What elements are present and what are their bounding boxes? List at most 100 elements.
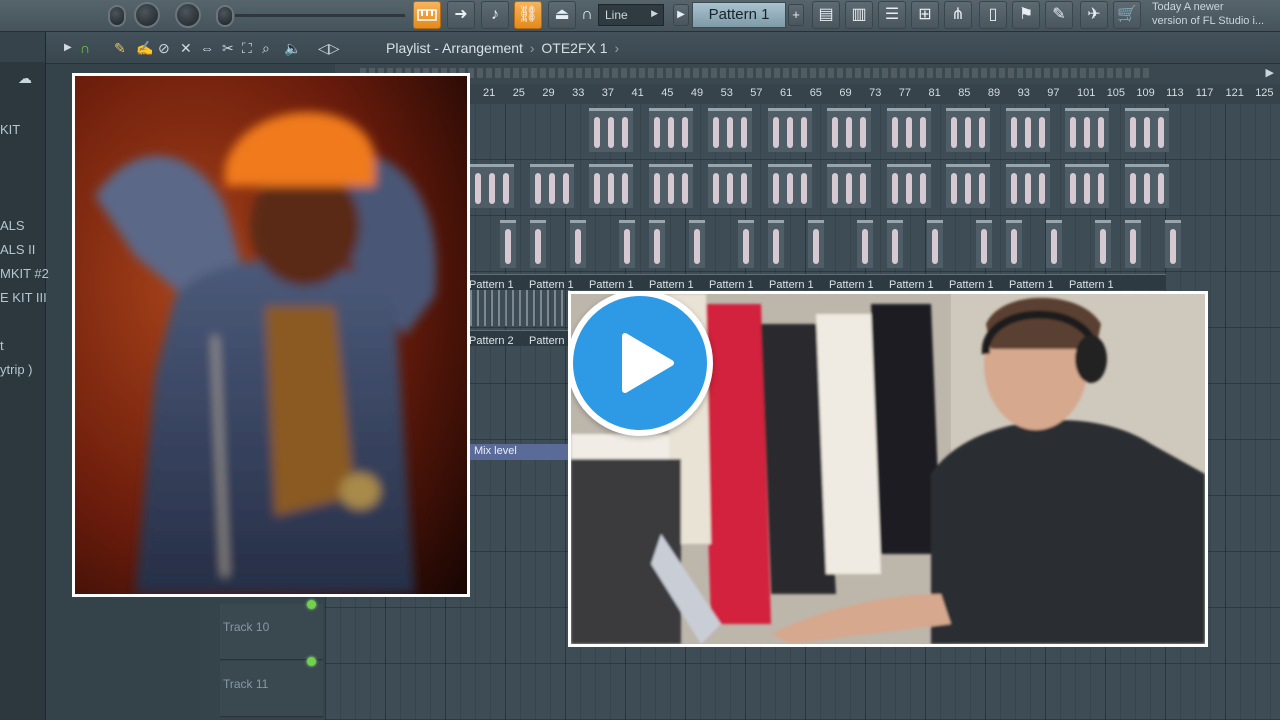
track-header-11[interactable]: Track 11 (220, 657, 323, 717)
typing-keyboard-icon[interactable] (413, 1, 441, 29)
plugin-database-icon[interactable]: ⚑ (1012, 1, 1040, 29)
playback-icon[interactable]: 🔈 (284, 40, 301, 57)
pencil-icon[interactable]: ✎ (114, 40, 126, 57)
audio-clip[interactable] (619, 220, 635, 268)
clip-source-name[interactable]: OTE2FX 1 (541, 40, 607, 56)
master-slider-handle[interactable] (216, 5, 234, 27)
audio-clip[interactable] (498, 164, 514, 208)
pattern-lane[interactable]: Pattern 1 Pattern 1 Pattern 1 Pattern 1 Patt… (466, 274, 1166, 290)
audio-clip[interactable] (926, 220, 943, 268)
pattern-clip-label[interactable]: Pattern 1 (466, 279, 526, 290)
paint-icon[interactable]: ✍ (136, 40, 153, 57)
audio-clip[interactable] (688, 220, 705, 268)
browser-item[interactable]: t (0, 338, 4, 353)
audio-clip[interactable] (648, 220, 665, 268)
audio-clip[interactable] (617, 164, 633, 208)
pattern-clip-label[interactable]: Pattern 1 (826, 279, 886, 290)
audio-clip[interactable] (807, 220, 824, 268)
pattern-clip-label[interactable]: Pattern 1 (706, 279, 766, 290)
play-button[interactable] (571, 294, 713, 436)
audio-clip[interactable] (914, 164, 931, 208)
slip-icon[interactable]: ⇔ (200, 40, 214, 56)
browser-item[interactable]: MKIT #2 (0, 266, 49, 281)
slice-icon[interactable]: ✂ (222, 40, 234, 57)
browser-item[interactable]: ALS II (0, 242, 35, 257)
pattern-clip-label[interactable]: Pattern 1 (1066, 279, 1126, 290)
audio-clip[interactable] (1152, 164, 1169, 208)
audio-clip[interactable] (557, 164, 574, 208)
mute-icon[interactable]: ✕ (180, 40, 192, 57)
pattern-clip-label[interactable]: Pattern 1 (1006, 279, 1066, 290)
audio-clip[interactable] (500, 220, 516, 268)
delete-icon[interactable]: ⊘ (158, 40, 170, 57)
browser-icon[interactable]: ⋔ (944, 1, 972, 29)
automation-clip[interactable]: Mix level (470, 444, 570, 460)
project-notes-icon[interactable]: ▯ (979, 1, 1007, 29)
audio-clip[interactable] (529, 220, 546, 268)
audio-clip[interactable] (1093, 108, 1109, 152)
master-slider-track[interactable] (235, 14, 405, 17)
pattern-clip-label[interactable]: Pattern 1 (586, 279, 646, 290)
pattern-clip-label[interactable]: Pattern 1 (766, 279, 826, 290)
audio-clip[interactable] (795, 108, 812, 152)
browser-item[interactable]: KIT (0, 122, 20, 137)
audio-clip[interactable] (1093, 164, 1109, 208)
track-enable-led[interactable] (307, 657, 316, 666)
pattern-clip-label[interactable]: Pattern 1 (526, 279, 586, 290)
pattern-clip-label[interactable]: Pattern 1 (886, 279, 946, 290)
metronome-icon[interactable]: ⏏ (548, 1, 576, 29)
snap-back-icon[interactable]: ◁▷ (318, 40, 340, 57)
track-name[interactable]: Track 10 (223, 620, 269, 634)
timeline-ruler[interactable]: 21 25 29 33 37 41 45 49 53 57 61 65 69 73 77 81 85 89 93 97… (335, 84, 1280, 104)
audio-clip[interactable] (855, 108, 871, 152)
track-name[interactable]: Track 11 (223, 677, 268, 691)
plugin-picker-icon[interactable]: ✎ (1045, 1, 1073, 29)
audio-clip[interactable] (1164, 220, 1181, 268)
audio-clip[interactable] (738, 220, 754, 268)
audio-clip[interactable] (1045, 220, 1062, 268)
audio-clip[interactable] (914, 108, 931, 152)
snap-mode-select[interactable]: Line ▶ (598, 4, 664, 26)
playlist-window-icon[interactable]: ▤ (812, 1, 840, 29)
audio-clip[interactable] (886, 220, 903, 268)
magnet-snap-icon[interactable]: ∩ (80, 40, 90, 56)
audio-clip[interactable] (855, 164, 871, 208)
audio-clip[interactable] (974, 108, 990, 152)
audio-clip[interactable] (676, 164, 693, 208)
audio-clip[interactable] (617, 108, 633, 152)
pattern-prev-icon[interactable]: ▶ (673, 4, 689, 26)
audio-clip[interactable] (1033, 108, 1050, 152)
pattern-lane[interactable]: Pattern 2 Pattern (466, 330, 576, 346)
audio-clip[interactable] (1033, 164, 1050, 208)
audio-clip[interactable] (736, 164, 752, 208)
browser-item[interactable]: E KIT III (0, 290, 47, 305)
master-volume-knob[interactable] (108, 5, 126, 27)
master-pitch-knob[interactable] (134, 2, 160, 28)
channel-rack-icon[interactable]: ☰ (878, 1, 906, 29)
piano-roll-icon[interactable]: ▥ (845, 1, 873, 29)
track-enable-led[interactable] (307, 600, 316, 609)
cloud-icon[interactable]: ☁ (18, 70, 32, 87)
magnet-icon[interactable]: ∩ (578, 1, 596, 29)
audio-clip[interactable] (1005, 220, 1022, 268)
audio-clip[interactable] (1124, 220, 1141, 268)
zoom-icon[interactable]: ⌕ (262, 40, 270, 57)
video-thumbnail[interactable] (568, 291, 1208, 647)
scroll-right-icon[interactable]: ▶ (1266, 66, 1274, 79)
add-pattern-icon[interactable]: + (788, 4, 804, 26)
browser-item[interactable]: ytrip ) (0, 362, 33, 377)
step-edit-icon[interactable]: ➜ (447, 1, 475, 29)
track-header-10[interactable]: Track 10 (220, 600, 323, 660)
horizontal-scrollbar[interactable] (360, 68, 1150, 78)
link-icon[interactable]: ⛓ (514, 1, 542, 29)
tempo-knob[interactable] (175, 2, 201, 28)
pattern-clip-label[interactable]: Pattern 1 (646, 279, 706, 290)
audio-clip[interactable] (676, 108, 693, 152)
audio-clip[interactable] (976, 220, 992, 268)
pattern-selector[interactable]: Pattern 1 (692, 2, 786, 28)
audio-clip[interactable] (767, 220, 784, 268)
audio-clip[interactable] (795, 164, 812, 208)
browser-item[interactable]: ALS (0, 218, 25, 233)
audio-clip[interactable] (736, 108, 752, 152)
audio-clip[interactable] (974, 164, 990, 208)
